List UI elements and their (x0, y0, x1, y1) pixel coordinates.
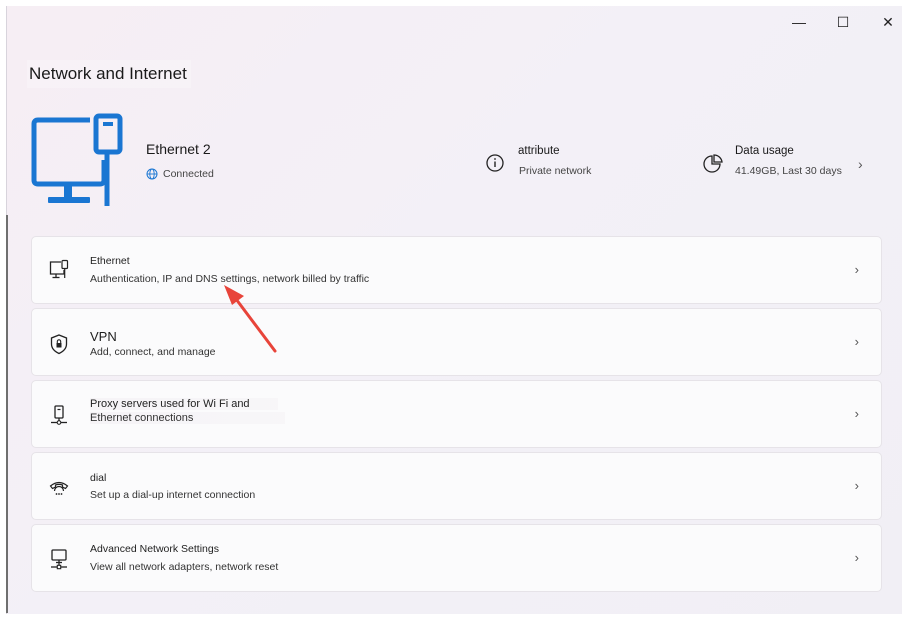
chevron-right-icon: › (854, 262, 859, 277)
dial-up-card[interactable]: dial Set up a dial-up internet connectio… (31, 452, 882, 520)
info-icon (486, 154, 504, 172)
dial-card-title: dial (90, 472, 107, 484)
globe-icon (146, 168, 158, 180)
ethernet-card-title: Ethernet (90, 255, 130, 267)
page-title: Network and Internet (27, 60, 191, 88)
data-usage-chevron-icon: › (858, 156, 863, 172)
dial-card-subtitle: Set up a dial-up internet connection (90, 489, 256, 501)
vpn-card[interactable]: VPN Add, connect, and manage › (31, 308, 882, 376)
advanced-card-subtitle: View all network adapters, network reset (90, 561, 279, 573)
proxy-server-icon (51, 405, 67, 425)
attribute-title: attribute (518, 145, 560, 157)
maximize-button[interactable]: ☐ (828, 8, 858, 36)
proxy-card[interactable]: Proxy servers used for Wi Fi and Etherne… (31, 380, 882, 448)
pie-chart-icon (703, 154, 723, 173)
minimize-icon: — (792, 14, 806, 30)
minimize-button[interactable]: — (784, 8, 814, 36)
connection-status: Connected (146, 168, 214, 180)
vpn-card-subtitle: Add, connect, and manage (90, 346, 216, 358)
chevron-right-icon: › (854, 550, 859, 565)
close-icon: ✕ (882, 13, 894, 30)
window-left-edge (6, 215, 8, 613)
phone-icon (49, 481, 69, 495)
data-usage-title: Data usage (735, 145, 794, 157)
chevron-right-icon: › (854, 334, 859, 349)
close-button[interactable]: ✕ (873, 8, 902, 36)
vpn-card-title: VPN (90, 329, 117, 344)
shield-icon (50, 334, 68, 355)
computer-network-icon (51, 549, 67, 570)
data-usage-value: 41.49GB, Last 30 days (735, 165, 842, 177)
ethernet-icon (49, 259, 69, 279)
advanced-card-title: Advanced Network Settings (90, 543, 219, 555)
chevron-right-icon: › (854, 406, 859, 421)
proxy-card-title: Proxy servers used for Wi Fi and (90, 398, 278, 410)
advanced-network-settings-card[interactable]: Advanced Network Settings View all netwo… (31, 524, 882, 592)
attribute-value: Private network (519, 165, 592, 177)
chevron-right-icon: › (854, 478, 859, 493)
ethernet-monitor-icon (31, 113, 123, 206)
ethernet-settings-card[interactable]: Ethernet Authentication, IP and DNS sett… (31, 236, 882, 304)
proxy-card-subtitle: Ethernet connections (90, 412, 286, 424)
connection-status-text: Connected (163, 168, 214, 180)
maximize-icon: ☐ (836, 13, 850, 30)
connection-name: Ethernet 2 (146, 141, 211, 157)
ethernet-card-subtitle: Authentication, IP and DNS settings, net… (90, 273, 370, 285)
